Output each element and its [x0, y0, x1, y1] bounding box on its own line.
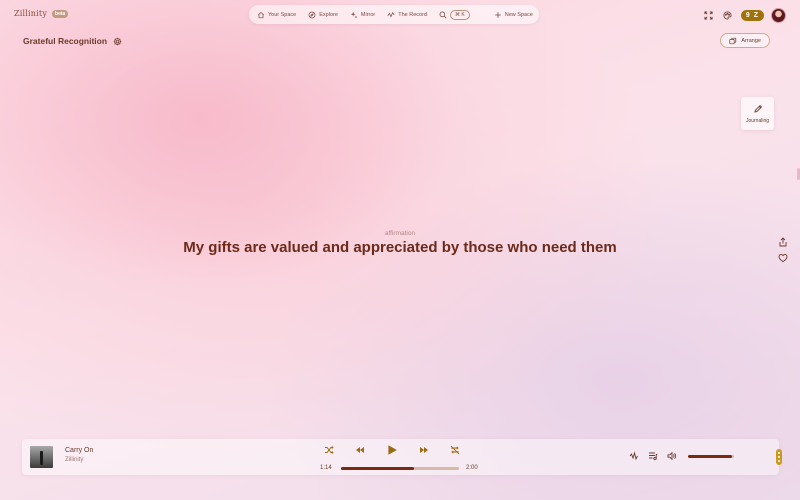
space-title: Grateful Recognition: [23, 36, 108, 46]
pencil-icon: [753, 104, 762, 113]
brand[interactable]: Zillinity beta: [14, 9, 69, 18]
track-title: Carry On: [65, 447, 94, 454]
volume-slider[interactable]: [688, 454, 734, 458]
fast-forward-icon: [420, 447, 428, 453]
duration-time: 2:00: [466, 465, 478, 471]
wave-icon: [387, 11, 395, 17]
journaling-label: Journaling: [745, 117, 770, 124]
nav-your-space-label: Your Space: [268, 11, 297, 18]
arrange-button[interactable]: Arrange: [720, 33, 770, 48]
album-art: [30, 446, 53, 468]
search-icon: [439, 11, 447, 18]
volume-fill: [688, 454, 732, 458]
arrange-label: Arrange: [741, 37, 761, 44]
play-button[interactable]: [386, 444, 398, 456]
palette-icon: [723, 11, 732, 20]
nav-the-record-label: The Record: [398, 11, 428, 18]
playback-controls: [324, 444, 460, 456]
shuffle-button[interactable]: [324, 445, 334, 455]
top-nav: Your Space Explore Mirror The Record ⌘ K…: [249, 5, 539, 24]
gear-icon[interactable]: [113, 37, 122, 46]
nav-the-record[interactable]: The Record: [387, 11, 427, 19]
fullscreen-button[interactable]: [703, 10, 715, 22]
affirmation-text: My gifts are valued and appreciated by t…: [183, 239, 617, 256]
shuffle-icon: [325, 446, 334, 454]
volume-icon[interactable]: [667, 451, 677, 461]
music-player: Carry On Zillinity 1:14 2:00: [22, 439, 782, 475]
top-right-actions: 9 Z: [703, 8, 786, 23]
repeat-off-icon: [450, 445, 460, 455]
nav-explore[interactable]: Explore: [308, 11, 338, 19]
waveform-icon[interactable]: [629, 451, 639, 461]
queue-icon[interactable]: [648, 451, 658, 461]
compass-icon: [308, 11, 316, 18]
nav-explore-label: Explore: [319, 11, 338, 18]
nav-your-space[interactable]: Your Space: [257, 11, 296, 19]
rewind-button[interactable]: [355, 445, 365, 455]
nav-search[interactable]: ⌘ K: [439, 9, 470, 20]
user-avatar[interactable]: [771, 8, 786, 23]
player-extras: [629, 451, 734, 461]
new-space-button[interactable]: New Space: [494, 11, 533, 19]
space-header: Grateful Recognition: [23, 36, 122, 46]
affirmation-block: affirmation My gifts are valued and appr…: [0, 230, 800, 256]
fullscreen-icon: [704, 11, 713, 20]
brand-logo-text: Zillinity: [14, 9, 48, 18]
track-artist: Zillinity: [65, 457, 84, 463]
home-icon: [257, 11, 265, 18]
sparkle-icon: [350, 11, 358, 18]
score-badge[interactable]: 9 Z: [740, 10, 764, 21]
rewind-icon: [356, 447, 364, 453]
new-space-label: New Space: [504, 11, 533, 18]
nav-mirror-label: Mirror: [360, 11, 376, 18]
progress-fill: [341, 467, 415, 470]
affirmation-label: affirmation: [384, 230, 416, 237]
nav-mirror[interactable]: Mirror: [350, 11, 375, 19]
elapsed-time: 1:14: [320, 465, 332, 471]
player-more-button[interactable]: [776, 449, 782, 465]
progress-bar[interactable]: [341, 467, 459, 470]
theme-button[interactable]: [722, 10, 734, 22]
journaling-card[interactable]: Journaling: [741, 97, 774, 130]
search-shortcut: ⌘ K: [450, 9, 470, 20]
repeat-button[interactable]: [450, 445, 460, 455]
more-dots-icon: [778, 452, 780, 454]
fast-forward-button[interactable]: [419, 445, 429, 455]
beta-badge: beta: [52, 9, 69, 18]
play-icon: [388, 445, 397, 455]
plus-icon: [494, 11, 501, 18]
layers-icon: [729, 37, 737, 44]
